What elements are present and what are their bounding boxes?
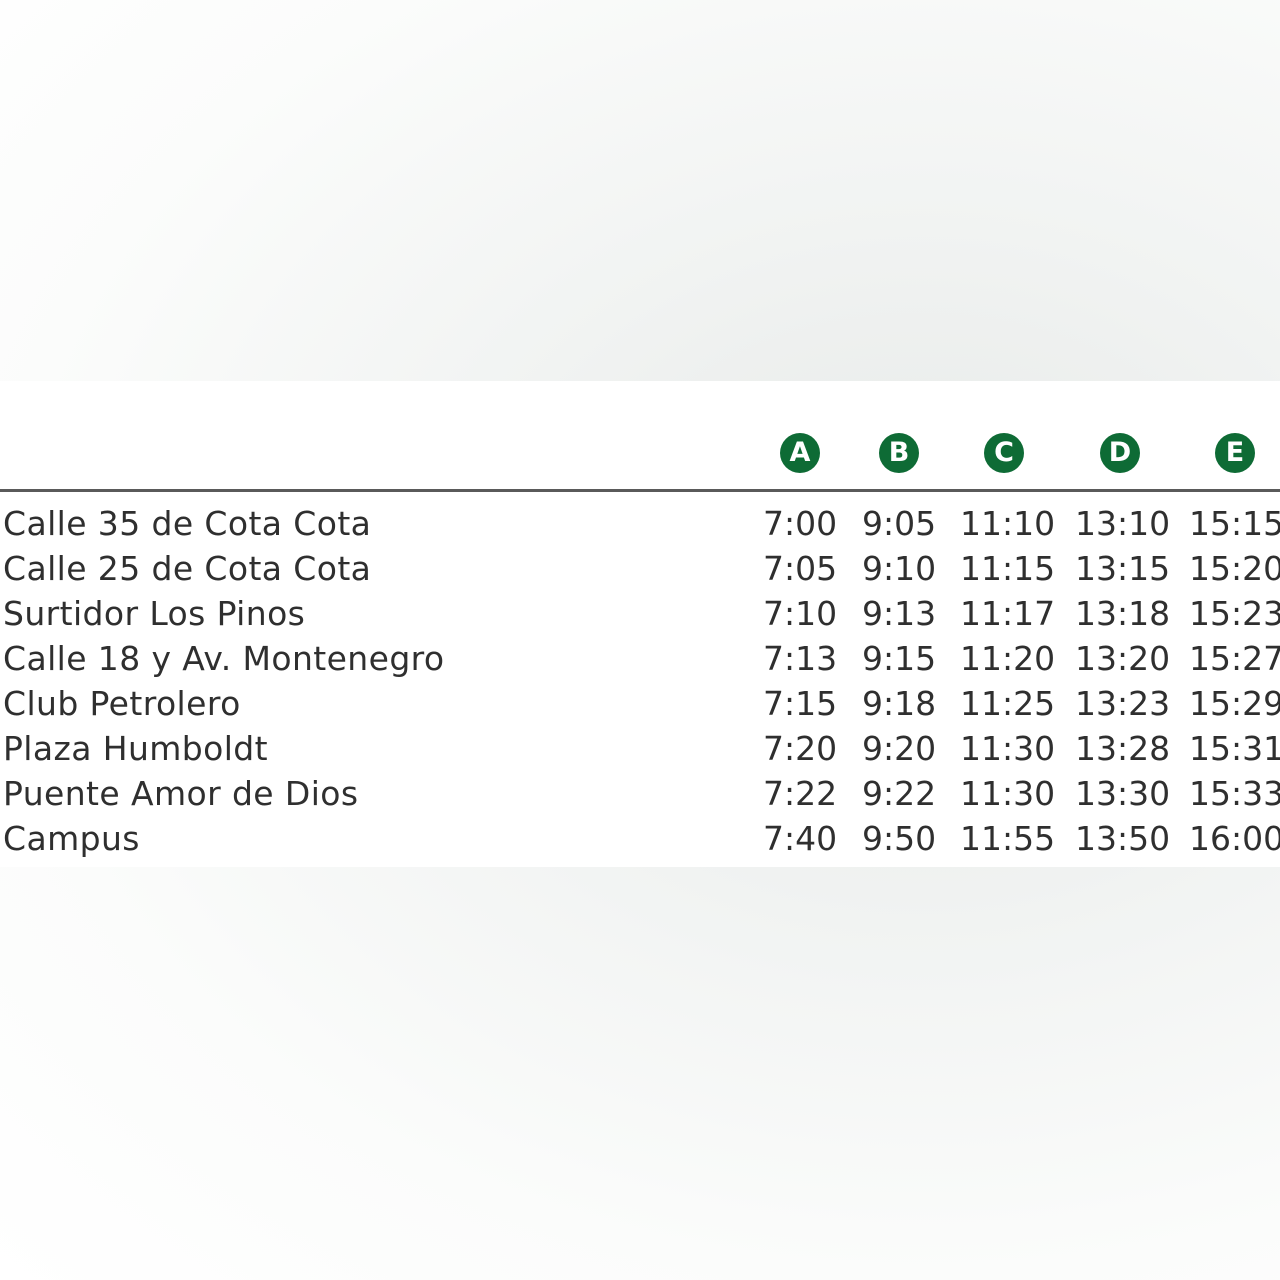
time-route-c: 11:10 [960, 504, 1056, 543]
time-route-a: 7:00 [763, 504, 838, 543]
stop-row: Calle 25 de Cota Cota 7:05 9:10 11:15 13… [0, 546, 1280, 591]
time-route-b: 9:18 [862, 684, 937, 723]
route-badge-b: B [879, 433, 919, 473]
stop-row: Puente Amor de Dios 7:22 9:22 11:30 13:3… [0, 771, 1280, 816]
time-route-a: 7:15 [763, 684, 838, 723]
stop-name: Campus [3, 819, 140, 858]
time-route-e: 15:31 [1189, 729, 1280, 768]
time-route-d: 13:30 [1075, 774, 1171, 813]
stop-name: Club Petrolero [3, 684, 241, 723]
time-route-c: 11:55 [960, 819, 1056, 858]
time-route-e: 15:29 [1189, 684, 1280, 723]
stop-row: Club Petrolero 7:15 9:18 11:25 13:23 15:… [0, 681, 1280, 726]
stop-row: Plaza Humboldt 7:20 9:20 11:30 13:28 15:… [0, 726, 1280, 771]
stop-row: Calle 35 de Cota Cota 7:00 9:05 11:10 13… [0, 501, 1280, 546]
time-route-e: 15:27 [1189, 639, 1280, 678]
stop-name: Calle 18 y Av. Montenegro [3, 639, 445, 678]
time-route-d: 13:50 [1075, 819, 1171, 858]
route-badge-e: E [1215, 433, 1255, 473]
time-route-b: 9:22 [862, 774, 937, 813]
time-route-c: 11:20 [960, 639, 1056, 678]
time-route-e: 15:20 [1189, 549, 1280, 588]
stop-row: Calle 18 y Av. Montenegro 7:13 9:15 11:2… [0, 636, 1280, 681]
time-route-b: 9:05 [862, 504, 937, 543]
time-route-a: 7:05 [763, 549, 838, 588]
stop-name: Surtidor Los Pinos [3, 594, 306, 633]
time-route-d: 13:10 [1075, 504, 1171, 543]
time-route-d: 13:18 [1075, 594, 1171, 633]
time-route-c: 11:17 [960, 594, 1056, 633]
time-route-b: 9:15 [862, 639, 937, 678]
stop-row: Surtidor Los Pinos 7:10 9:13 11:17 13:18… [0, 591, 1280, 636]
time-route-a: 7:13 [763, 639, 838, 678]
route-badge-a: A [780, 433, 820, 473]
time-route-c: 11:30 [960, 729, 1056, 768]
stop-name: Puente Amor de Dios [3, 774, 359, 813]
time-route-d: 13:23 [1075, 684, 1171, 723]
time-route-c: 11:30 [960, 774, 1056, 813]
time-route-e: 15:33 [1189, 774, 1280, 813]
time-route-a: 7:22 [763, 774, 838, 813]
route-badge-d: D [1100, 433, 1140, 473]
time-route-a: 7:10 [763, 594, 838, 633]
time-route-d: 13:15 [1075, 549, 1171, 588]
time-route-b: 9:13 [862, 594, 937, 633]
time-route-c: 11:15 [960, 549, 1056, 588]
time-route-e: 16:00 [1189, 819, 1280, 858]
time-route-e: 15:23 [1189, 594, 1280, 633]
time-route-a: 7:20 [763, 729, 838, 768]
time-route-e: 15:15 [1189, 504, 1280, 543]
stop-name: Calle 35 de Cota Cota [3, 504, 372, 543]
time-route-a: 7:40 [763, 819, 838, 858]
time-route-d: 13:28 [1075, 729, 1171, 768]
header-divider [0, 489, 1280, 492]
stop-name: Plaza Humboldt [3, 729, 268, 768]
time-route-c: 11:25 [960, 684, 1056, 723]
time-route-b: 9:50 [862, 819, 937, 858]
time-route-b: 9:10 [862, 549, 937, 588]
time-route-b: 9:20 [862, 729, 937, 768]
time-route-d: 13:20 [1075, 639, 1171, 678]
stop-row: Campus 7:40 9:50 11:55 13:50 16:00 [0, 816, 1280, 861]
route-badge-c: C [984, 433, 1024, 473]
bus-schedule-table: A B C D E Calle 35 de Cota Cota 7:00 9:0… [0, 381, 1280, 867]
stop-name: Calle 25 de Cota Cota [3, 549, 372, 588]
